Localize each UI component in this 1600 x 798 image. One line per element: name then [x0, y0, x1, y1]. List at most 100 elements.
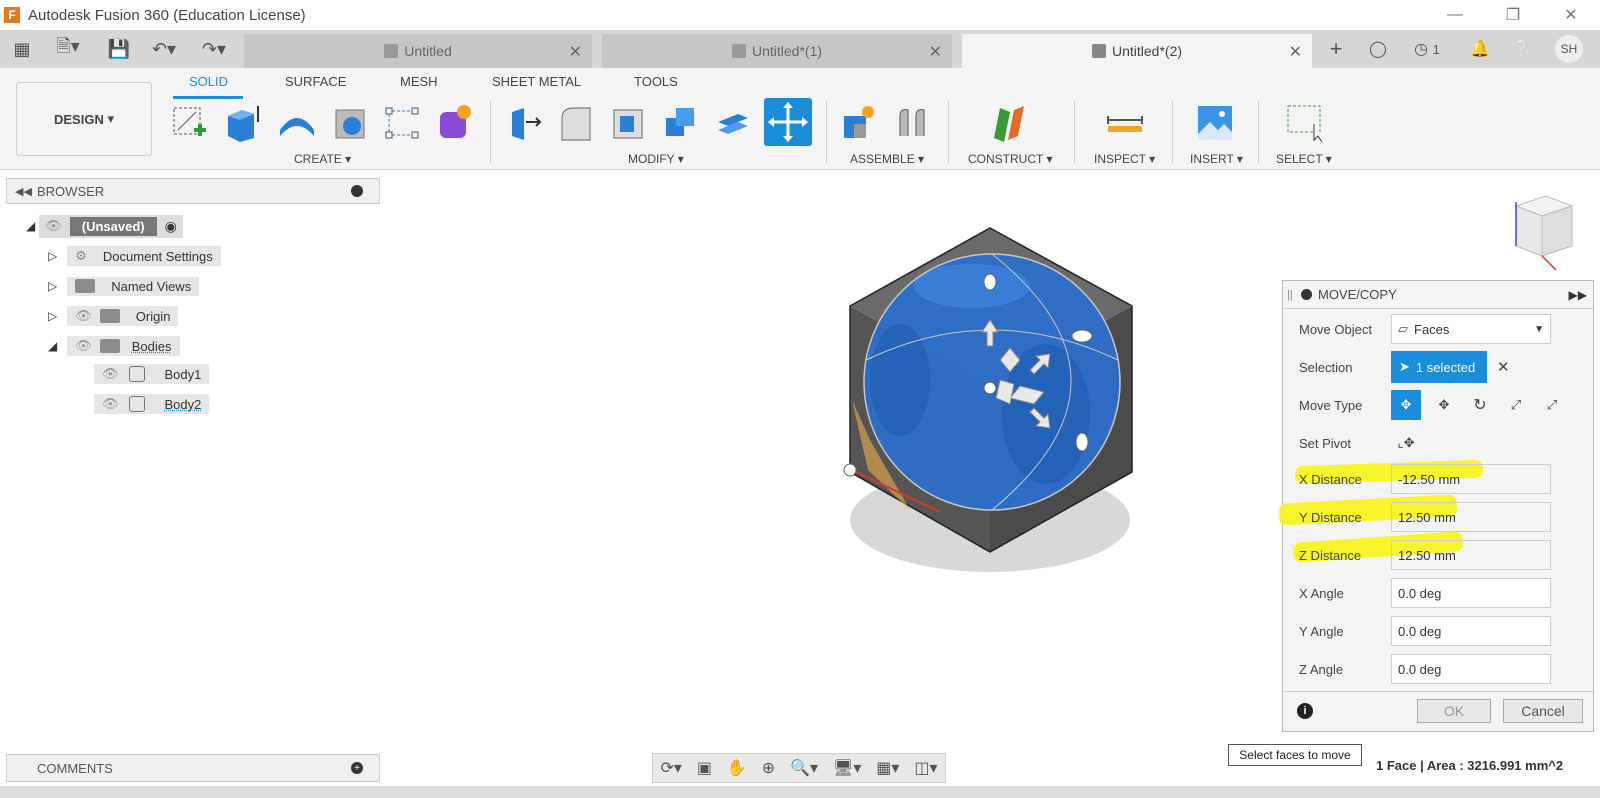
browser-body-1[interactable]: 👁 Body1 [94, 362, 210, 386]
visibility-eye-icon[interactable]: 👁 [102, 366, 119, 382]
extrude-icon[interactable] [222, 102, 264, 144]
browser-root-row[interactable]: ◢ 👁 (Unsaved) ◉ [26, 214, 183, 238]
comments-panel-header[interactable]: COMMENTS + [6, 754, 380, 782]
visibility-eye-icon[interactable]: 👁 [75, 338, 92, 354]
workspace-switcher[interactable]: DESIGN ▾ [16, 82, 152, 156]
fit-zoom-icon[interactable]: 🔍▾ [790, 758, 818, 778]
visibility-eye-icon[interactable]: 👁 [75, 308, 92, 324]
collapse-panel-icon[interactable]: ◀◀ [15, 185, 32, 198]
x-angle-input[interactable]: 0.0 deg [1391, 578, 1551, 608]
offset-plane-icon[interactable] [988, 102, 1030, 144]
minimize-icon[interactable]: — [1426, 0, 1484, 30]
view-cube[interactable] [1514, 195, 1574, 271]
cancel-button[interactable]: Cancel [1503, 699, 1583, 723]
measure-icon[interactable] [1104, 102, 1146, 144]
expand-triangle-icon[interactable]: ▷ [48, 249, 57, 263]
tab-untitled-2[interactable]: Untitled*(2) ✕ [962, 34, 1312, 68]
orbit-icon[interactable]: ⟳▾ [660, 758, 681, 778]
new-tab-plus-icon[interactable]: + [1320, 30, 1352, 68]
close-window-icon[interactable]: ✕ [1542, 0, 1600, 30]
display-settings-icon[interactable]: 🖥▾ [833, 758, 861, 778]
browser-body-2[interactable]: 👁 Body2 [94, 392, 210, 416]
insert-group-label[interactable]: INSERT ▾ [1190, 152, 1243, 166]
viewports-icon[interactable]: ◫▾ [914, 758, 937, 778]
dialog-header[interactable]: || MOVE/COPY ▶▶ [1283, 281, 1593, 309]
data-panel-grid-icon[interactable]: ▦ [6, 30, 38, 68]
extensions-icon[interactable]: ◯ [1362, 30, 1394, 68]
clear-selection-icon[interactable]: ✕ [1497, 358, 1510, 376]
user-avatar[interactable]: SH [1555, 35, 1583, 63]
x-distance-input[interactable]: -12.50 mm [1391, 464, 1551, 494]
info-icon[interactable]: i [1297, 703, 1313, 719]
translate-type-icon[interactable]: ✥ [1429, 390, 1459, 420]
construct-group-label[interactable]: CONSTRUCT ▾ [968, 152, 1052, 166]
browser-item-bodies[interactable]: ◢ 👁 Bodies [48, 334, 180, 358]
close-tab-icon[interactable]: ✕ [569, 42, 582, 62]
tab-solid[interactable]: SOLID [189, 74, 228, 89]
select-group-label[interactable]: SELECT ▾ [1276, 152, 1332, 166]
origin-handle[interactable] [843, 463, 857, 477]
grid-settings-icon[interactable]: ▦▾ [876, 758, 899, 778]
set-pivot-icon[interactable]: ⌞✥ [1391, 428, 1421, 458]
activate-radio-icon[interactable]: ◉ [165, 218, 177, 235]
help-icon[interactable]: ❔ [1506, 30, 1538, 68]
combine-icon[interactable] [660, 102, 702, 144]
move-copy-tool-active[interactable] [764, 98, 812, 146]
dialog-collapse-icon[interactable] [1301, 289, 1312, 300]
close-tab-icon[interactable]: ✕ [1289, 42, 1302, 62]
point-to-position-icon[interactable]: ⤢ [1537, 390, 1567, 420]
modify-group-label[interactable]: MODIFY ▾ [628, 152, 684, 166]
pan-hand-icon[interactable]: ✋ [727, 758, 747, 778]
look-at-icon[interactable]: ▣ [697, 758, 712, 778]
create-sketch-icon[interactable] [170, 102, 212, 144]
browser-item-named-views[interactable]: ▷ Named Views [48, 274, 200, 298]
ok-button[interactable]: OK [1417, 699, 1491, 723]
assemble-group-label[interactable]: ASSEMBLE ▾ [850, 152, 924, 166]
expand-triangle-icon[interactable]: ▷ [48, 309, 57, 323]
drag-grip-icon[interactable]: || [1287, 289, 1293, 301]
collapse-triangle-icon[interactable]: ◢ [26, 219, 35, 233]
window-select-icon[interactable] [1284, 102, 1326, 144]
chamfer-icon[interactable] [608, 102, 650, 144]
tab-surface[interactable]: SURFACE [285, 74, 346, 89]
offset-face-icon[interactable] [712, 102, 754, 144]
z-distance-input[interactable]: 12.50 mm [1391, 540, 1551, 570]
revolve-icon[interactable] [276, 102, 318, 144]
rotate-handle-bottom[interactable] [1075, 432, 1089, 452]
undo-icon[interactable]: ↶▾ [144, 30, 184, 68]
save-icon[interactable]: 💾 [104, 30, 134, 68]
insert-image-icon[interactable] [1194, 102, 1236, 144]
rotate-type-icon[interactable]: ↻ [1465, 390, 1495, 420]
press-pull-icon[interactable] [504, 102, 546, 144]
joint-icon[interactable] [892, 102, 934, 144]
expand-dialog-icon[interactable]: ▶▶ [1569, 288, 1587, 302]
z-angle-input[interactable]: 0.0 deg [1391, 654, 1551, 684]
collapse-triangle-icon[interactable]: ◢ [48, 339, 57, 353]
free-move-type-icon[interactable]: ✥ [1391, 390, 1421, 420]
visibility-eye-icon[interactable]: 👁 [102, 396, 119, 412]
browser-item-document-settings[interactable]: ▷ ⚙ Document Settings [48, 244, 221, 268]
zoom-icon[interactable]: ⊕ [762, 758, 775, 778]
create-group-label[interactable]: CREATE ▾ [294, 152, 351, 166]
redo-icon[interactable]: ↷▾ [194, 30, 234, 68]
selection-chip[interactable]: ➤ 1 selected [1391, 351, 1487, 383]
notifications-bell-icon[interactable]: 🔔 [1464, 30, 1496, 68]
tab-mesh[interactable]: MESH [400, 74, 438, 89]
restore-icon[interactable]: ❐ [1484, 0, 1542, 30]
browser-minus-icon[interactable] [351, 185, 363, 197]
tab-untitled-1[interactable]: Untitled*(1) ✕ [602, 34, 952, 68]
rotate-handle-right[interactable] [1071, 329, 1093, 343]
y-distance-input[interactable]: 12.50 mm [1391, 502, 1551, 532]
rotate-handle-top[interactable] [983, 273, 997, 291]
inspect-group-label[interactable]: INSPECT ▾ [1094, 152, 1155, 166]
browser-item-origin[interactable]: ▷ 👁 Origin [48, 304, 179, 328]
point-to-point-icon[interactable]: ⤢ [1501, 390, 1531, 420]
tab-sheet-metal[interactable]: SHEET METAL [492, 74, 581, 89]
move-object-select[interactable]: ▱ Faces ▼ [1391, 314, 1551, 344]
pattern-icon[interactable] [382, 102, 424, 144]
shell-icon[interactable] [330, 102, 372, 144]
add-comment-icon[interactable]: + [351, 762, 363, 774]
tab-untitled[interactable]: Untitled ✕ [244, 34, 592, 68]
browser-panel-header[interactable]: ◀◀ BROWSER [6, 178, 380, 204]
close-tab-icon[interactable]: ✕ [929, 42, 942, 62]
